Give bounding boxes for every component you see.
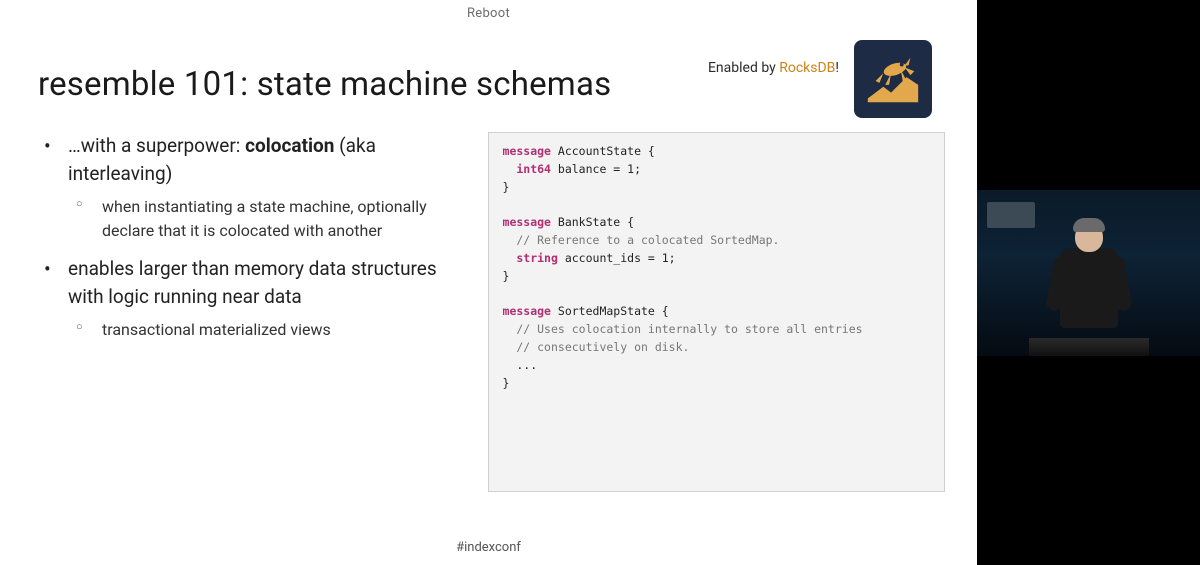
video-background-screen — [987, 202, 1035, 228]
code-text: balance = 1; — [551, 162, 641, 176]
enabled-by-prefix: Enabled by — [708, 60, 779, 76]
code-text: } — [503, 180, 510, 194]
code-type: string — [503, 251, 558, 265]
code-text: BankState { — [551, 215, 634, 229]
code-type: int64 — [503, 162, 551, 176]
speaker-video-pane — [977, 0, 1200, 565]
bullet-1-prefix: …with a superpower: — [68, 134, 245, 157]
speaker-figure — [1044, 216, 1134, 356]
code-text: } — [503, 376, 510, 390]
slide-content: …with a superpower: colocation (aka inte… — [0, 104, 977, 492]
code-comment: // Reference to a colocated SortedMap. — [503, 233, 780, 247]
code-comment: // consecutively on disk. — [503, 340, 690, 354]
code-comment: // Uses colocation internally to store a… — [503, 322, 863, 336]
bullet-item-1: …with a superpower: colocation (aka inte… — [38, 132, 464, 243]
rocksdb-brand-text: RocksDB — [779, 60, 835, 76]
code-kw: message — [503, 215, 551, 229]
presentation-slide: Reboot Enabled by RocksDB! resemble 101:… — [0, 0, 977, 565]
code-text: } — [503, 269, 510, 283]
speaker-video-thumbnail[interactable] — [977, 190, 1200, 356]
enabled-by-label: Enabled by RocksDB! — [708, 60, 839, 76]
rocksdb-logo-icon — [854, 40, 932, 118]
bullet-1-bold: colocation — [245, 134, 334, 157]
code-text: SortedMapState { — [551, 304, 669, 318]
code-block: message AccountState { int64 balance = 1… — [488, 132, 945, 492]
podium — [1029, 338, 1149, 356]
enabled-by-suffix: ! — [835, 60, 839, 76]
bullet-item-2: enables larger than memory data structur… — [38, 255, 464, 342]
slide-hashtag: #indexconf — [456, 540, 521, 555]
code-text: account_ids = 1; — [558, 251, 676, 265]
code-text: AccountState { — [551, 144, 655, 158]
bullet-2-sub-1: transactional materialized views — [68, 318, 464, 342]
bullet-1-sub-1: when instantiating a state machine, opti… — [68, 195, 464, 243]
bullet-list: …with a superpower: colocation (aka inte… — [38, 132, 464, 492]
bullet-2-text: enables larger than memory data structur… — [68, 257, 437, 308]
code-kw: message — [503, 304, 551, 318]
code-kw: message — [503, 144, 551, 158]
slide-header-brand: Reboot — [0, 0, 977, 25]
code-text: ... — [503, 358, 538, 372]
